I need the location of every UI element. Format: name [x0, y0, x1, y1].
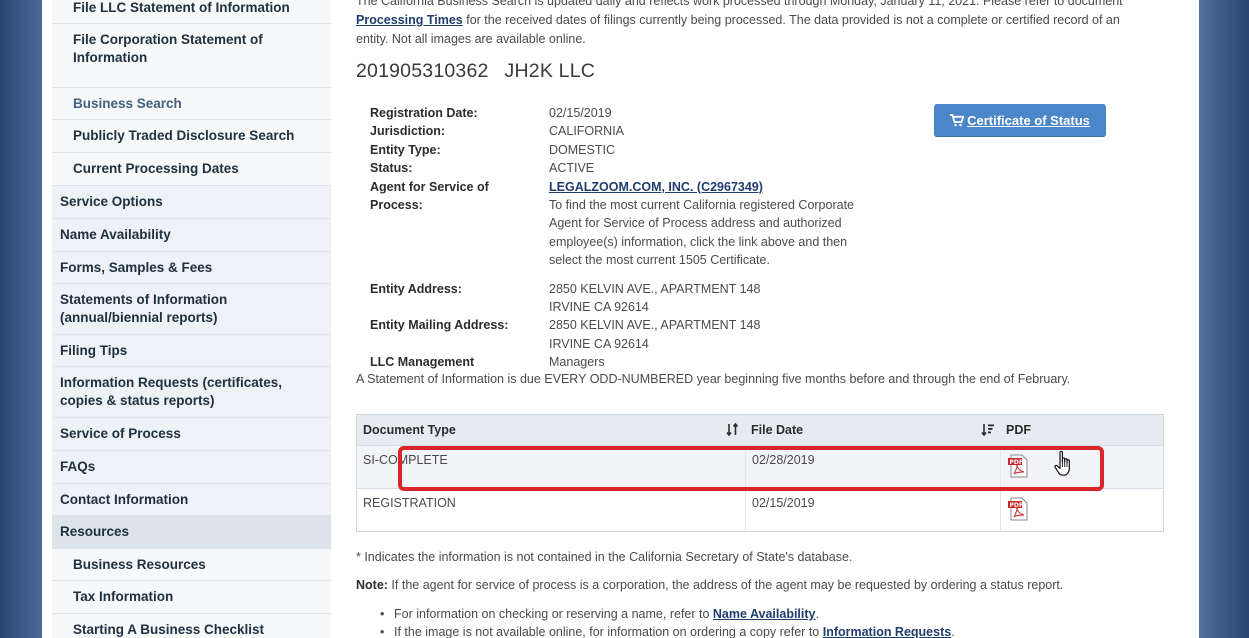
file-date-cell: 02/15/2019	[745, 489, 1000, 531]
table-header: Document Type File Date PDF	[357, 415, 1163, 445]
bullet-text: For information on checking or reserving…	[394, 607, 713, 621]
entity-title: 201905310362 JH2K LLC	[356, 60, 595, 83]
sidebar-item-faqs[interactable]: FAQs	[52, 451, 331, 484]
list-item: If the image is not available online, fo…	[380, 623, 955, 638]
highlight-box	[398, 446, 1104, 491]
sort-icon[interactable]	[726, 422, 739, 439]
registration-date-value: 02/15/2019	[549, 106, 612, 120]
registration-date-label: Registration Date:	[370, 106, 478, 120]
mailing-address-label: Entity Mailing Address:	[370, 318, 509, 333]
certificate-of-status-label: Certificate of Status	[967, 112, 1090, 128]
column-file-date-label: File Date	[751, 423, 804, 437]
column-file-date[interactable]: File Date	[745, 415, 1000, 445]
agent-label-line2: Process:	[370, 198, 423, 213]
sidebar-item-information-requests[interactable]: Information Requests (certificates, copi…	[52, 367, 331, 418]
agent-address-note: Note: If the agent for service of proces…	[356, 578, 1063, 592]
bullet-text: If the image is not available online, fo…	[394, 625, 823, 638]
sidebar-item-name-availability[interactable]: Name Availability	[52, 219, 331, 252]
document-type-cell: REGISTRATION	[363, 496, 456, 510]
note-text: If the agent for service of process is a…	[387, 578, 1064, 592]
column-pdf: PDF	[1000, 415, 1163, 445]
jurisdiction-value: CALIFORNIA	[549, 124, 625, 139]
column-document-type[interactable]: Document Type	[357, 415, 745, 445]
bullet-end: .	[815, 607, 819, 621]
entity-details: Registration Date: 02/15/2019 Jurisdictio…	[370, 104, 890, 372]
sidebar-item-service-options[interactable]: Service Options	[52, 186, 331, 219]
info-bullets: For information on checking or reserving…	[380, 605, 955, 638]
sidebar-item-tax-information[interactable]: Tax Information	[52, 581, 331, 614]
entity-address-label: Entity Address:	[370, 281, 462, 296]
agent-note-1: To find the most current California regi…	[549, 198, 855, 213]
status-value: ACTIVE	[549, 161, 595, 176]
bullet-end: .	[951, 625, 955, 638]
soi-due-note: A Statement of Information is due EVERY …	[356, 372, 1071, 386]
information-requests-link[interactable]: Information Requests	[823, 625, 952, 638]
sidebar-item-file-corp-soi[interactable]: File Corporation Statement of Informatio…	[52, 24, 331, 88]
entity-address-line2: IRVINE CA 92614	[549, 300, 649, 315]
intro-line-1: The California Business Search is update…	[356, 0, 1123, 8]
sidebar-item-service-of-process[interactable]: Service of Process	[52, 418, 331, 451]
sidebar-item-starting-business-checklist[interactable]: Starting A Business Checklist	[52, 614, 331, 638]
intro-line-3: entity. Not all images are available onl…	[356, 32, 586, 46]
pdf-cell: PDF	[1000, 489, 1163, 531]
sidebar-item-forms-samples-fees[interactable]: Forms, Samples & Fees	[52, 252, 331, 284]
pdf-icon[interactable]: PDF	[1007, 497, 1029, 524]
sidebar-item-filing-tips[interactable]: Filing Tips	[52, 335, 331, 367]
entity-type-value: DOMESTIC	[549, 142, 615, 157]
right-frame-border	[1199, 0, 1249, 638]
mailing-address-line2: IRVINE CA 92614	[549, 336, 649, 351]
entity-address-line1: 2850 KELVIN AVE., APARTMENT 148	[549, 281, 761, 296]
sidebar-item-statements-of-information[interactable]: Statements of Information (annual/bienni…	[52, 284, 331, 335]
note-label: Note:	[356, 578, 388, 592]
sidebar-item-current-processing-dates[interactable]: Current Processing Dates	[52, 153, 331, 186]
sidebar-item-business-search[interactable]: Business Search	[52, 88, 331, 120]
agent-note-2: Agent for Service of Process address and…	[549, 216, 842, 231]
entity-name: JH2K LLC	[504, 60, 596, 82]
sort-desc-icon[interactable]	[981, 423, 994, 439]
column-pdf-label: PDF	[1006, 423, 1031, 437]
asterisk-note: * Indicates the information is not conta…	[356, 550, 853, 564]
sidebar-item-resources[interactable]: Resources	[52, 516, 331, 549]
name-availability-link[interactable]: Name Availability	[713, 607, 816, 621]
intro-line-2: for the received dates of filings curren…	[462, 13, 1120, 27]
jurisdiction-label: Jurisdiction:	[370, 124, 446, 139]
column-document-type-label: Document Type	[363, 423, 456, 437]
processing-times-link[interactable]: Processing Times	[356, 13, 463, 27]
status-label: Status:	[370, 161, 413, 176]
hand-cursor-icon	[1054, 450, 1076, 483]
entity-type-label: Entity Type:	[370, 142, 441, 157]
mailing-address-line1: 2850 KELVIN AVE., APARTMENT 148	[549, 318, 761, 333]
certificate-of-status-button[interactable]: Certificate of Status	[934, 104, 1106, 136]
agent-note-3: employee(s) information, click the link …	[549, 234, 848, 249]
cart-icon	[950, 113, 965, 127]
sidebar-item-contact-information[interactable]: Contact Information	[52, 484, 331, 516]
page: File LLC Statement of Information File C…	[42, 0, 1199, 638]
agent-label-line1: Agent for Service of	[370, 179, 489, 194]
llc-management-value: Managers	[549, 355, 605, 370]
agent-note-4: select the most current 1505 Certificate…	[549, 253, 770, 268]
left-frame-border	[0, 0, 42, 638]
agent-link[interactable]: LEGALZOOM.COM, INC. (C2967349)	[549, 180, 763, 194]
intro-paragraph: The California Business Search is update…	[356, 0, 1156, 49]
list-item: For information on checking or reserving…	[380, 605, 955, 623]
entity-number: 201905310362	[356, 60, 489, 82]
sidebar-item-file-llc-soi[interactable]: File LLC Statement of Information	[52, 0, 331, 24]
sidebar-item-publicly-traded-disclosure[interactable]: Publicly Traded Disclosure Search	[52, 120, 331, 153]
sidebar-item-business-resources[interactable]: Business Resources	[52, 549, 331, 581]
llc-management-label: LLC Management	[370, 355, 475, 370]
sidebar: File LLC Statement of Information File C…	[52, 0, 331, 638]
table-row: REGISTRATION 02/15/2019 PDF	[357, 488, 1163, 531]
